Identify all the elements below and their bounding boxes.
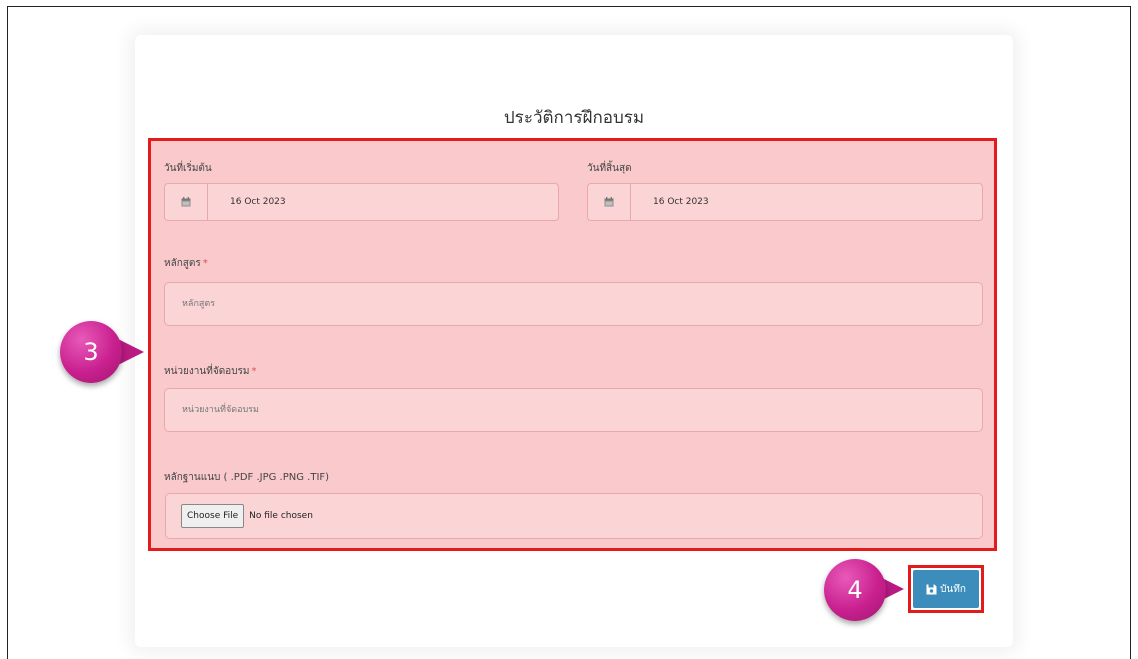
organizer-label-text: หน่วยงานที่จัดอบรม	[164, 366, 250, 377]
end-date-value: 16 Oct 2023	[653, 197, 709, 207]
save-highlight: บันทึก	[908, 565, 984, 613]
evidence-label: หลักฐานแนบ ( .PDF .JPG .PNG .TIF)	[164, 472, 330, 483]
course-label-text: หลักสูตร	[164, 258, 201, 269]
course-input[interactable]	[164, 282, 983, 326]
choose-file-button[interactable]: Choose File	[181, 504, 245, 528]
required-mark: *	[251, 366, 257, 377]
calendar-icon[interactable]	[165, 184, 208, 220]
step-3-badge: 3	[60, 321, 122, 383]
start-date-picker[interactable]: 16 Oct 2023	[164, 183, 559, 221]
end-date-label: วันที่สิ้นสุด	[587, 163, 632, 174]
page-title: ประวัติการฝึกอบรม	[503, 108, 645, 128]
calendar-icon[interactable]	[588, 184, 631, 220]
start-date-value: 16 Oct 2023	[230, 197, 286, 207]
save-button[interactable]: บันทึก	[913, 570, 979, 608]
course-label: หลักสูตร *	[164, 256, 208, 271]
organizer-label: หน่วยงานที่จัดอบรม *	[164, 364, 257, 379]
required-mark: *	[202, 258, 208, 269]
save-icon	[926, 584, 937, 594]
evidence-file-input[interactable]: Choose File No file chosen	[165, 493, 983, 539]
start-date-label: วันที่เริ่มต้น	[164, 163, 212, 174]
save-label: บันทึก	[940, 583, 966, 595]
step-4-badge: 4	[824, 559, 886, 621]
organizer-input[interactable]	[164, 388, 983, 432]
file-status: No file chosen	[249, 511, 313, 521]
end-date-picker[interactable]: 16 Oct 2023	[587, 183, 983, 221]
